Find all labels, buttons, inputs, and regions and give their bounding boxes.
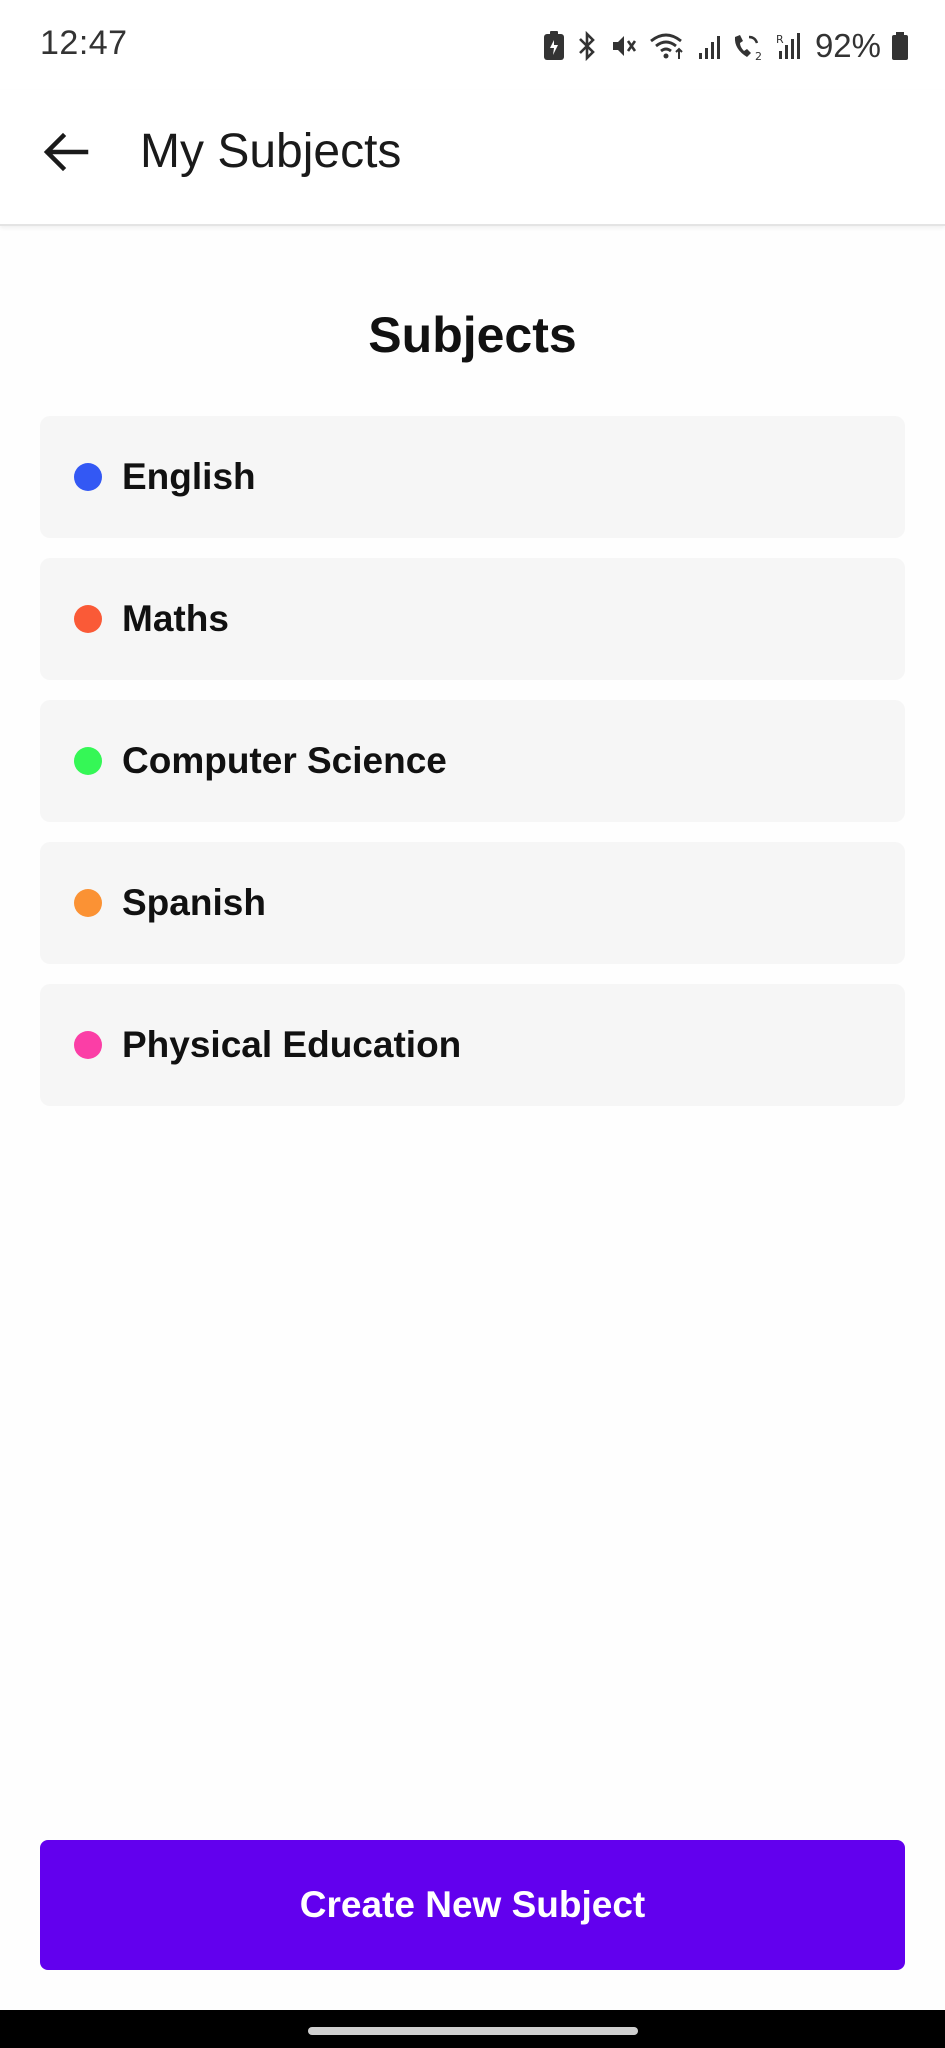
- roaming-signal-icon: R: [775, 31, 803, 61]
- subject-name: Computer Science: [122, 740, 447, 781]
- app-bar: My Subjects: [0, 90, 945, 226]
- page-title: My Subjects: [140, 125, 402, 178]
- subject-list: English Maths Computer Science Spanish P…: [40, 416, 905, 1126]
- wifi-icon: [649, 31, 687, 61]
- status-icons: 2 R 92%: [543, 26, 909, 66]
- svg-text:R: R: [776, 33, 784, 46]
- subject-item-maths[interactable]: Maths: [40, 558, 905, 680]
- subject-item-computer-science[interactable]: Computer Science: [40, 700, 905, 822]
- home-indicator[interactable]: [308, 2027, 638, 2035]
- system-nav-bar: [0, 2010, 945, 2048]
- subject-name: English: [122, 456, 256, 497]
- battery-icon: [891, 31, 909, 61]
- subject-name: Physical Education: [122, 1024, 462, 1065]
- back-button[interactable]: [34, 120, 98, 184]
- bluetooth-icon: [575, 31, 599, 61]
- subject-name: Spanish: [122, 882, 266, 923]
- subject-item-spanish[interactable]: Spanish: [40, 842, 905, 964]
- section-title: Subjects: [368, 307, 577, 363]
- status-bar: 12:47 2 R 92%: [0, 0, 945, 90]
- signal-icon: [697, 31, 721, 61]
- subject-color-dot: [74, 747, 102, 775]
- battery-percent: 92%: [814, 27, 881, 64]
- status-time: 12:47: [40, 24, 128, 62]
- wifi-calling-icon: 2: [731, 31, 765, 61]
- subject-color-dot: [74, 889, 102, 917]
- svg-text:2: 2: [755, 50, 762, 61]
- subject-name: Maths: [122, 598, 229, 639]
- subject-color-dot: [74, 463, 102, 491]
- vibrate-mute-icon: [609, 31, 639, 61]
- subject-item-physical-education[interactable]: Physical Education: [40, 984, 905, 1106]
- subject-color-dot: [74, 1031, 102, 1059]
- arrow-left-icon: [43, 132, 89, 172]
- subject-color-dot: [74, 605, 102, 633]
- create-new-subject-button[interactable]: Create New Subject: [40, 1840, 905, 1970]
- battery-saver-icon: [543, 31, 565, 61]
- subject-item-english[interactable]: English: [40, 416, 905, 538]
